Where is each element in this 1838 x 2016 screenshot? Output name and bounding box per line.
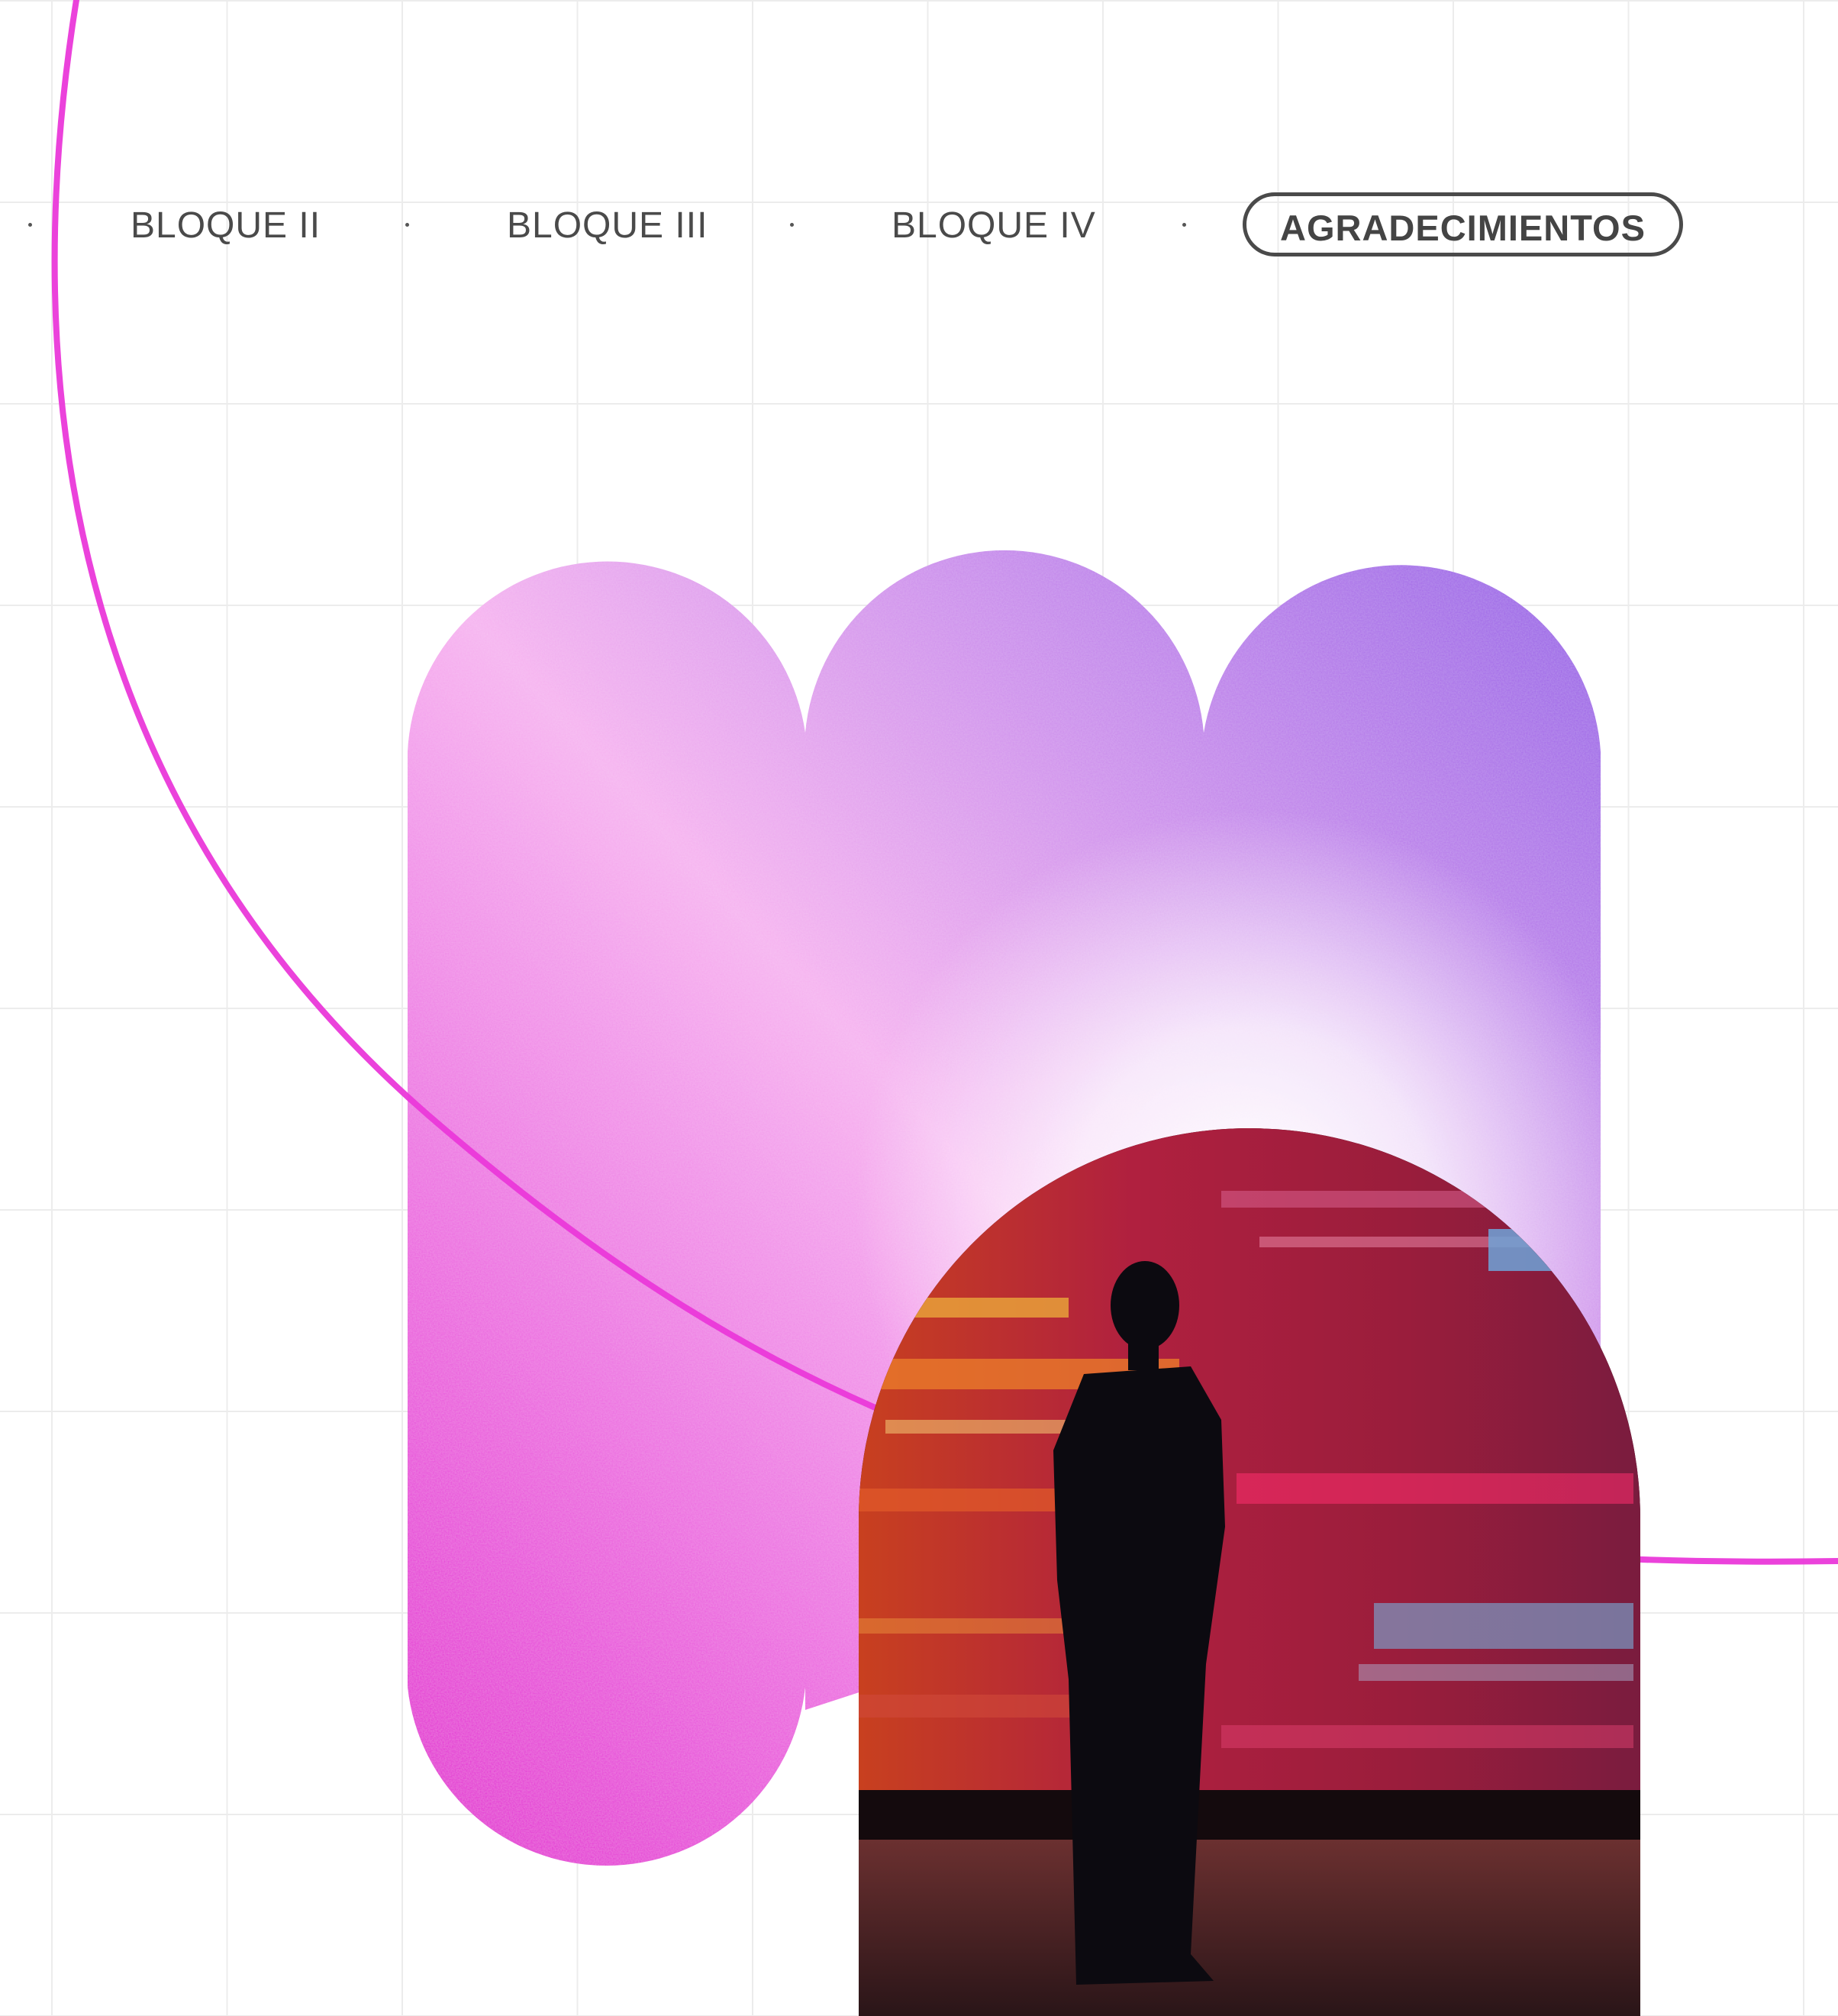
nav-item-bloque-iv[interactable]: BLOQUE IV	[892, 203, 1096, 249]
dot-separator-icon	[790, 223, 794, 227]
dot-separator-icon	[28, 223, 32, 227]
nav-item-bloque-iii[interactable]: BLOQUE III	[507, 203, 708, 249]
section-nav: BLOQUE II BLOQUE III BLOQUE IV AGRADECIM…	[0, 192, 1838, 263]
nav-item-bloque-ii[interactable]: BLOQUE II	[131, 203, 321, 249]
dot-separator-icon	[1182, 223, 1186, 227]
nav-item-agradecimientos-active[interactable]: AGRADECIMIENTOS	[1243, 192, 1683, 256]
hero-artwork	[51, 0, 1838, 2016]
photo-arch	[859, 1128, 1640, 2016]
page: BLOQUE II BLOQUE III BLOQUE IV AGRADECIM…	[0, 0, 1838, 2016]
dot-separator-icon	[405, 223, 409, 227]
